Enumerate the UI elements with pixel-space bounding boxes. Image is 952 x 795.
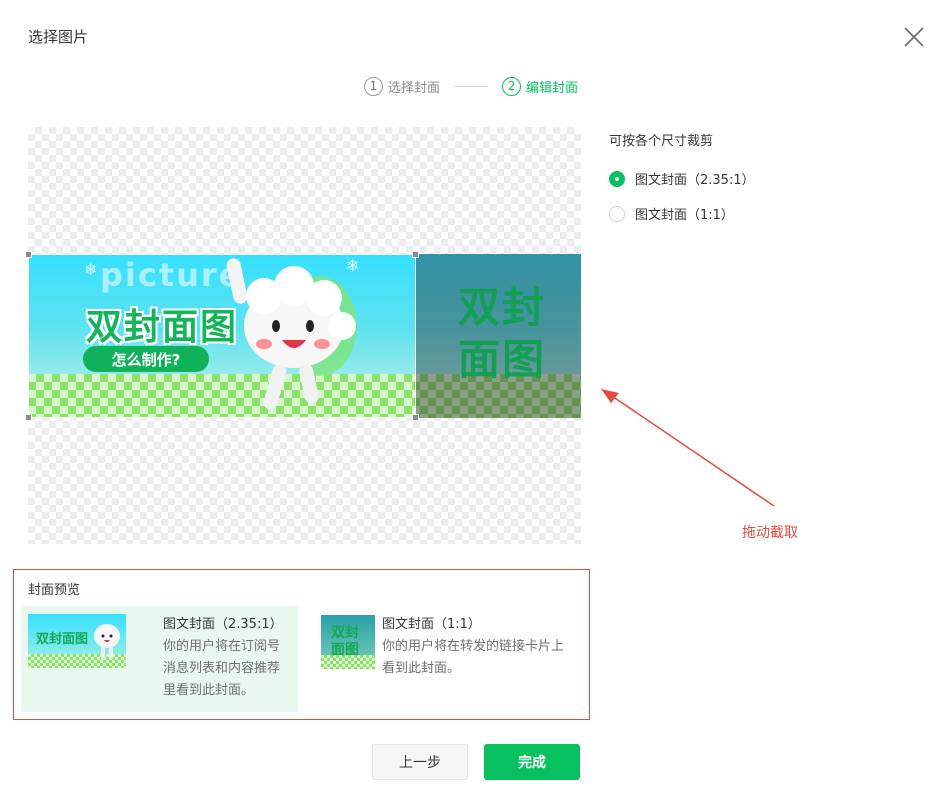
- preview-thumbnail: 双封面图: [28, 614, 126, 668]
- radio-unchecked-icon[interactable]: [609, 205, 625, 222]
- card-desc-line: 你的用户将在订阅号: [163, 639, 281, 654]
- step-label: 编辑封面: [526, 80, 579, 96]
- annotation-label: 拖动截取: [742, 525, 798, 541]
- card-name: 图文封面（2.35:1）: [163, 617, 283, 632]
- crop-editor[interactable]: picture ❄ ❄ 双封面图 怎么制作? 双封面图: [25, 127, 581, 544]
- dialog-title: 选择图片: [28, 28, 89, 46]
- card-desc-line: 你的用户将在转发的链接卡片上: [382, 639, 565, 654]
- preview-card-square[interactable]: 双封面图 图文封面（1:1） 你的用户将在转发的链接卡片上 看到此封面。: [319, 606, 589, 712]
- crop-options: 可按各个尺寸裁剪 图文封面（2.35:1） 图文封面（1:1）: [609, 130, 755, 223]
- mascot-illustration: [94, 624, 120, 660]
- close-icon[interactable]: [903, 26, 925, 48]
- crop-handle-top-left[interactable]: [25, 251, 32, 258]
- card-text: 图文封面（2.35:1） 你的用户将在订阅号 消息列表和内容推荐 里看到此封面。: [163, 614, 283, 702]
- card-desc-line: 里看到此封面。: [163, 683, 255, 698]
- option-ratio-2-35[interactable]: 图文封面（2.35:1）: [609, 169, 755, 188]
- option-label: 图文封面（2.35:1）: [635, 173, 755, 188]
- option-label: 图文封面（1:1）: [635, 208, 734, 223]
- step-edit-cover: 2 编辑封面: [502, 76, 579, 96]
- side-title: 双封面图: [458, 283, 547, 384]
- radio-checked-icon[interactable]: [609, 170, 625, 187]
- done-button[interactable]: 完成: [484, 744, 580, 780]
- crop-hint: 可按各个尺寸裁剪: [609, 134, 714, 149]
- thumbnail-title: 双封面图: [36, 632, 89, 647]
- card-desc-line: 看到此封面。: [382, 661, 461, 676]
- step-indicator: 1 选择封面 2 编辑封面: [364, 75, 578, 97]
- preview-card-wide[interactable]: 双封面图 图文封面（2.35:1） 你的用户将在订阅号 消息列表和内容推荐 里看…: [21, 606, 298, 712]
- thumbnail-title: 双封面图: [331, 625, 359, 658]
- annotation-arrow-icon: [601, 389, 775, 507]
- step-label: 选择封面: [388, 80, 441, 96]
- option-ratio-1-1[interactable]: 图文封面（1:1）: [609, 204, 755, 223]
- step-number: 1: [364, 76, 383, 96]
- crop-handle-bottom-left[interactable]: [25, 414, 32, 421]
- crop-box[interactable]: [25, 251, 419, 421]
- cover-preview: 封面预览 双封面图 图文封面（2.35:1） 你的用户将在订阅号 消息列表和内容…: [13, 569, 590, 720]
- previous-step-button[interactable]: 上一步: [372, 744, 468, 780]
- crop-handle-bottom-right[interactable]: [412, 414, 419, 421]
- step-divider: [454, 85, 489, 87]
- step-number: 2: [502, 76, 522, 96]
- preview-title: 封面预览: [28, 583, 81, 598]
- card-text: 图文封面（1:1） 你的用户将在转发的链接卡片上 看到此封面。: [382, 614, 564, 680]
- step-select-cover[interactable]: 1 选择封面: [364, 76, 441, 96]
- card-name: 图文封面（1:1）: [382, 617, 481, 632]
- card-desc-line: 消息列表和内容推荐: [163, 661, 281, 676]
- preview-thumbnail: 双封面图: [321, 615, 375, 669]
- crop-handle-top-right[interactable]: [412, 251, 419, 258]
